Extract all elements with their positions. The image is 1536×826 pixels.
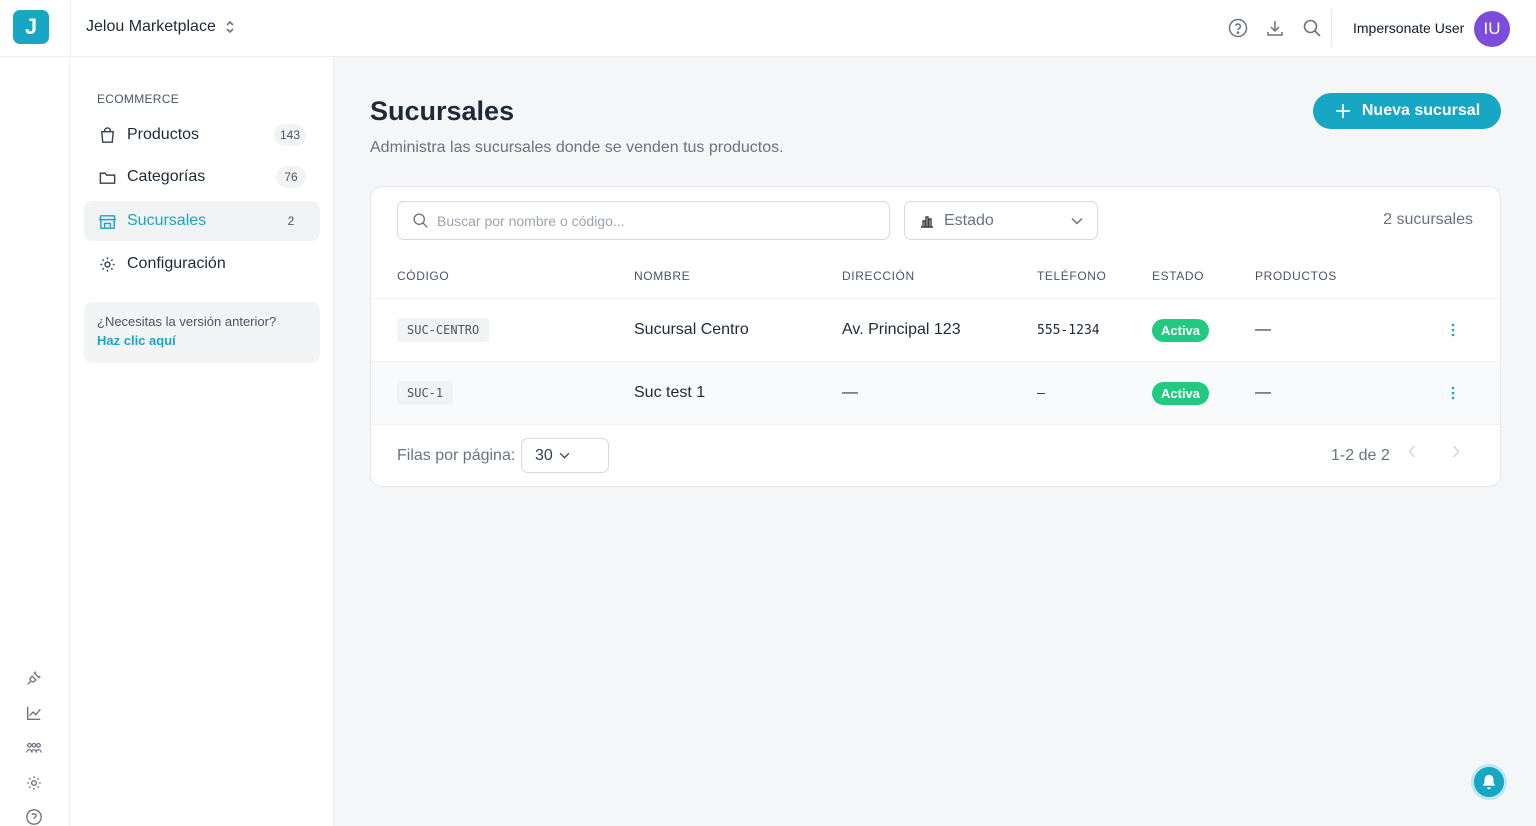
pagination-footer: Filas por página: 30 1-2 de 2 (371, 425, 1500, 486)
search-icon (413, 213, 428, 228)
table-row[interactable]: SUC-CENTRO Sucursal Centro Av. Principal… (371, 299, 1500, 362)
users-icon[interactable] (24, 738, 44, 758)
notification-bell-icon[interactable] (1471, 764, 1507, 800)
help-icon[interactable] (1227, 17, 1248, 38)
branch-code: SUC-CENTRO (397, 318, 490, 342)
sidebar-item-productos[interactable]: Productos 143 (84, 115, 320, 155)
table-row[interactable]: SUC-1 Suc test 1 — – Activa — (371, 362, 1500, 425)
divider (1331, 9, 1332, 47)
workspace-name: Jelou Marketplace (86, 18, 216, 35)
branch-name: Sucursal Centro (634, 321, 749, 338)
new-branch-label: Nueva sucursal (1361, 102, 1481, 119)
app-logo[interactable]: J (13, 10, 49, 44)
branch-products: — (1255, 321, 1271, 338)
sidebar-item-configuracion[interactable]: Configuración (84, 244, 320, 284)
workspace-switcher[interactable]: Jelou Marketplace (86, 18, 236, 36)
count-badge: 2 (287, 214, 295, 228)
prev-page-icon[interactable] (1408, 445, 1416, 463)
result-count: 2 sucursales (1383, 211, 1473, 228)
status-badge: Activa (1152, 381, 1210, 405)
chart-line-icon[interactable] (24, 703, 44, 723)
rows-per-page-value: 30 (535, 446, 553, 464)
section-label: ECOMMERCE (97, 92, 180, 106)
plug-icon[interactable] (24, 668, 44, 688)
gear-icon[interactable] (24, 773, 44, 793)
estado-label: Estado (944, 211, 994, 229)
page-range: 1-2 de 2 (1331, 447, 1390, 464)
legacy-link[interactable]: Haz clic aquí (97, 333, 307, 348)
column-header: ESTADO (1152, 269, 1205, 283)
chevron-down-icon (559, 452, 570, 459)
sidebar-item-categorias[interactable]: Categorías 76 (84, 157, 320, 197)
sidebar-item-label: Productos (127, 126, 200, 143)
sidebar-item-label: Sucursales (127, 212, 207, 229)
branch-products: — (1255, 384, 1271, 401)
icon-rail (0, 57, 70, 826)
gear-icon (97, 254, 117, 274)
more-actions-button[interactable] (1451, 362, 1455, 424)
kebab-menu-icon (1451, 323, 1455, 337)
rows-per-page-select[interactable]: 30 (521, 438, 609, 473)
branch-name: Suc test 1 (634, 384, 706, 401)
help-circle-icon[interactable] (24, 807, 44, 826)
column-header: TELÉFONO (1037, 269, 1107, 283)
next-page-icon[interactable] (1452, 445, 1460, 463)
column-header: CÓDIGO (397, 269, 450, 283)
folder-icon (97, 167, 117, 187)
store-icon (97, 211, 117, 231)
branch-code: SUC-1 (397, 381, 454, 405)
count-badge: 143 (273, 124, 306, 146)
bar-chart-icon (921, 215, 933, 228)
legacy-question: ¿Necesitas la versión anterior? (97, 314, 277, 329)
chevron-down-icon (1071, 217, 1083, 225)
branches-card: Buscar por nombre o código... Estado 2 s… (370, 186, 1501, 487)
status-badge: Activa (1152, 318, 1210, 342)
more-actions-button[interactable] (1451, 299, 1455, 361)
user-name[interactable]: Impersonate User (1353, 20, 1464, 36)
column-header: DIRECCIÓN (842, 269, 915, 283)
search-icon[interactable] (1301, 17, 1322, 38)
rows-per-page-label: Filas por página: (397, 447, 516, 464)
search-placeholder: Buscar por nombre o código... (437, 212, 625, 229)
column-header: NOMBRE (634, 269, 691, 283)
branch-phone: 555-1234 (1037, 322, 1100, 338)
branch-address: Av. Principal 123 (842, 321, 961, 338)
table-header: CÓDIGO NOMBRE DIRECCIÓN TELÉFONO ESTADO … (371, 255, 1500, 299)
shopping-bag-icon (97, 125, 117, 145)
count-badge: 76 (276, 166, 306, 188)
legacy-version-box: ¿Necesitas la versión anterior? Haz clic… (84, 302, 320, 363)
page-title: Sucursales (370, 96, 515, 126)
search-input[interactable]: Buscar por nombre o código... (397, 201, 890, 240)
sidebar-item-sucursales[interactable]: Sucursales 2 (84, 201, 320, 241)
estado-filter[interactable]: Estado (904, 201, 1098, 240)
new-branch-button[interactable]: Nueva sucursal (1313, 93, 1501, 129)
chevron-up-down-icon (226, 20, 234, 34)
download-icon[interactable] (1264, 17, 1285, 38)
divider (70, 0, 71, 57)
branch-address: — (842, 384, 858, 401)
branch-phone: – (1037, 385, 1045, 401)
plus-icon (1335, 104, 1350, 118)
sidebar: ECOMMERCE Productos 143 Categorías 76 Su… (70, 57, 334, 826)
sidebar-item-label: Categorías (127, 168, 206, 185)
avatar[interactable]: IU (1474, 11, 1510, 47)
top-bar: J Jelou Marketplace Impersonate User IU (0, 0, 1536, 57)
sidebar-item-label: Configuración (127, 255, 226, 272)
kebab-menu-icon (1451, 386, 1455, 400)
column-header: PRODUCTOS (1255, 269, 1337, 283)
page-subtitle: Administra las sucursales donde se vende… (370, 139, 784, 156)
